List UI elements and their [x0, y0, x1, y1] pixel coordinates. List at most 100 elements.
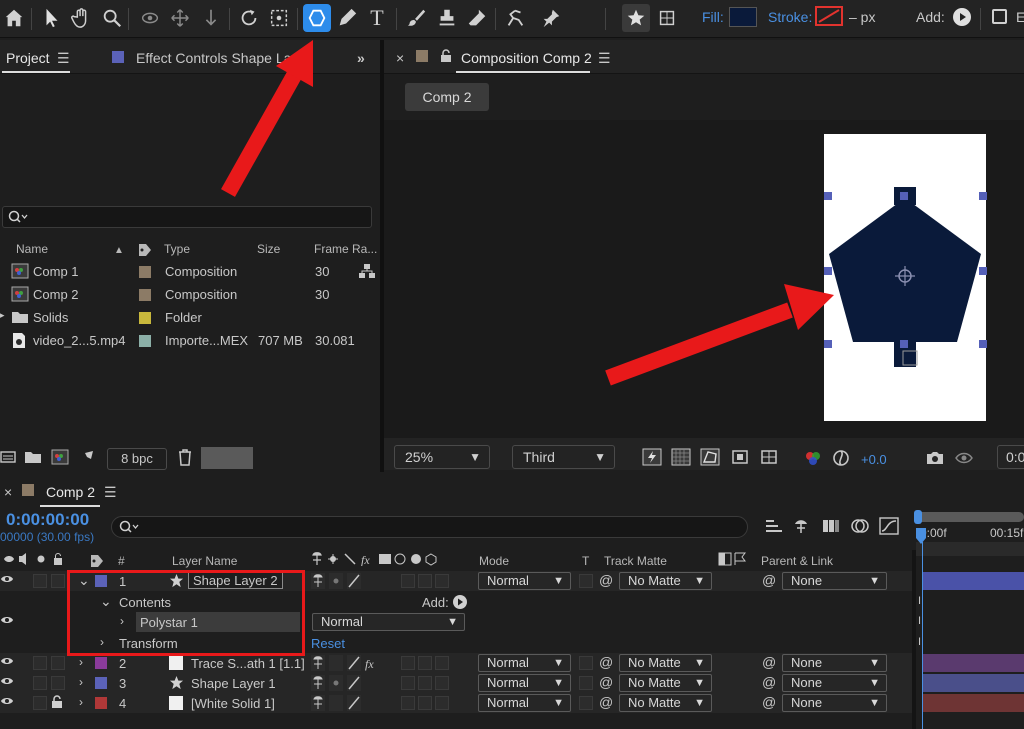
frame-blending-icon[interactable] — [821, 517, 841, 538]
col-layer-number[interactable]: # — [118, 554, 125, 568]
eraser-tool-icon[interactable] — [463, 4, 491, 32]
layer-switch-box[interactable] — [418, 676, 432, 690]
orbit-camera-icon[interactable] — [136, 4, 164, 32]
panel-overflow-icon[interactable]: » — [357, 50, 365, 66]
pan-behind-icon[interactable] — [265, 4, 293, 32]
graph-editor-icon[interactable] — [879, 517, 899, 538]
tab-timeline-comp[interactable]: Comp 2 — [46, 484, 95, 500]
col-preserve-transparency[interactable]: T — [582, 554, 589, 568]
stroke-swatch[interactable] — [815, 6, 843, 26]
matte-pickwhip-icon[interactable]: @ — [599, 654, 613, 670]
tab-effect-controls[interactable]: Effect Controls Shape Lay — [136, 50, 298, 66]
video-switch-icon[interactable] — [1, 552, 65, 569]
chevron-right-icon[interactable]: › — [79, 675, 83, 689]
resolution-dropdown[interactable]: Third ▼ — [512, 445, 615, 469]
comp-breadcrumb-button[interactable]: Comp 2 — [405, 83, 489, 111]
col-layer-name[interactable]: Layer Name — [172, 554, 237, 568]
layer-switch-box[interactable] — [418, 656, 432, 670]
solo-toggle[interactable] — [33, 574, 47, 588]
lock-toggle[interactable] — [51, 656, 65, 670]
track-matte-dropdown[interactable]: No Matte ▼ — [619, 674, 712, 692]
label-column-icon[interactable] — [137, 242, 153, 261]
sort-up-icon[interactable]: ▲ — [114, 245, 124, 256]
layer-row[interactable]: › 4 [White Solid 1] Normal ▼ @ No Matte ▼ … — [0, 693, 912, 713]
blend-mode-dropdown[interactable]: Normal ▼ — [478, 654, 571, 672]
solo-toggle[interactable] — [33, 696, 47, 710]
layer-name[interactable]: Shape Layer 1 — [191, 676, 276, 691]
project-search-input[interactable] — [2, 206, 372, 228]
fill-swatch[interactable] — [729, 7, 757, 27]
close-tab-icon[interactable]: × — [396, 50, 404, 66]
timeline-menu-icon[interactable]: ☰ — [104, 484, 117, 501]
project-item[interactable]: Comp 2 Composition 30 — [0, 284, 380, 306]
layer-switches[interactable] — [311, 573, 363, 592]
transform-handle[interactable] — [824, 192, 832, 200]
flowchart-icon[interactable] — [358, 263, 376, 282]
layer-switch-box[interactable] — [418, 574, 432, 588]
grid-guides-icon[interactable] — [759, 448, 779, 469]
playhead[interactable] — [916, 528, 926, 546]
parent-dropdown[interactable]: None ▼ — [782, 674, 887, 692]
layer-label-swatch[interactable] — [95, 657, 107, 669]
add-play-icon[interactable] — [953, 8, 971, 26]
project-item[interactable]: video_2...5.mp4 Importe...MEX 707 MB 30.… — [0, 330, 380, 352]
current-time-display[interactable]: 0:00:00:00 — [6, 510, 89, 530]
transform-handle[interactable] — [979, 267, 987, 275]
comp-tab-menu-icon[interactable]: ☰ — [598, 50, 611, 67]
close-timeline-icon[interactable]: × — [4, 484, 12, 500]
lock-icon[interactable] — [51, 695, 63, 712]
comp-canvas[interactable] — [824, 134, 987, 421]
col-frame-rate[interactable]: Frame Ra... — [314, 242, 377, 256]
col-track-matte[interactable]: Track Matte — [604, 554, 667, 568]
work-area-start[interactable] — [914, 510, 922, 524]
comp-flowchart-icon[interactable] — [764, 518, 784, 537]
layer-duration-bar[interactable] — [923, 674, 1024, 692]
layer-name[interactable]: [White Solid 1] — [191, 696, 275, 711]
transform-handle[interactable] — [824, 340, 832, 348]
layer-switch-box[interactable] — [401, 676, 415, 690]
snapshot-icon[interactable] — [925, 450, 945, 469]
col-mode[interactable]: Mode — [479, 554, 509, 568]
new-composition-icon[interactable] — [51, 449, 69, 468]
transform-handle[interactable] — [979, 192, 987, 200]
transform-handle[interactable] — [979, 340, 987, 348]
lock-toggle[interactable] — [51, 574, 65, 588]
add-play-icon[interactable] — [453, 595, 467, 609]
lock-toggle[interactable] — [51, 676, 65, 690]
channel-rgb-icon[interactable] — [804, 449, 822, 470]
lock-icon[interactable] — [440, 49, 452, 66]
home-icon[interactable] — [0, 4, 28, 32]
layer-duration-bar[interactable] — [923, 654, 1024, 672]
parent-pickwhip-icon[interactable]: @ — [762, 674, 776, 690]
chevron-right-icon[interactable]: › — [79, 655, 83, 669]
puppet-pin-icon[interactable] — [537, 4, 565, 32]
layer-switch-box[interactable] — [401, 656, 415, 670]
matte-pickwhip-icon[interactable]: @ — [599, 674, 613, 690]
dolly-camera-icon[interactable] — [197, 4, 225, 32]
col-size[interactable]: Size — [257, 242, 280, 256]
tab-menu-icon[interactable]: ☰ — [57, 50, 70, 67]
layer-duration-bar[interactable] — [923, 572, 1024, 590]
layer-switches[interactable]: fx — [311, 655, 379, 674]
layer-switch-box[interactable] — [435, 676, 449, 690]
parent-dropdown[interactable]: None ▼ — [782, 654, 887, 672]
label-swatch[interactable] — [139, 266, 151, 278]
star-tool-icon[interactable] — [622, 4, 650, 32]
layer-name[interactable]: Trace S...ath 1 [1.1] — [191, 656, 305, 671]
exposure-value[interactable]: +0.0 — [861, 452, 887, 467]
layer-label-swatch[interactable] — [95, 677, 107, 689]
current-time-field[interactable]: 0:0 — [997, 445, 1024, 469]
layer-switch-box[interactable] — [418, 696, 432, 710]
zoom-dropdown[interactable]: 25% ▼ — [394, 445, 490, 469]
layer-row[interactable]: › 2 Trace S...ath 1 [1.1] fx Normal ▼ @ N… — [0, 653, 912, 673]
checkbox-icon[interactable] — [992, 9, 1007, 24]
layer-switch-box[interactable] — [401, 696, 415, 710]
blend-mode-dropdown[interactable]: Normal ▼ — [478, 572, 571, 590]
chevron-right-icon[interactable]: › — [79, 695, 83, 709]
type-tool-icon[interactable]: T — [363, 4, 391, 32]
new-folder-icon[interactable] — [24, 450, 42, 467]
blend-mode-dropdown[interactable]: Normal ▼ — [478, 694, 571, 712]
parent-dropdown[interactable]: None ▼ — [782, 694, 887, 712]
layer-switches[interactable] — [311, 675, 363, 694]
bit-depth-button[interactable]: 8 bpc — [107, 448, 167, 470]
